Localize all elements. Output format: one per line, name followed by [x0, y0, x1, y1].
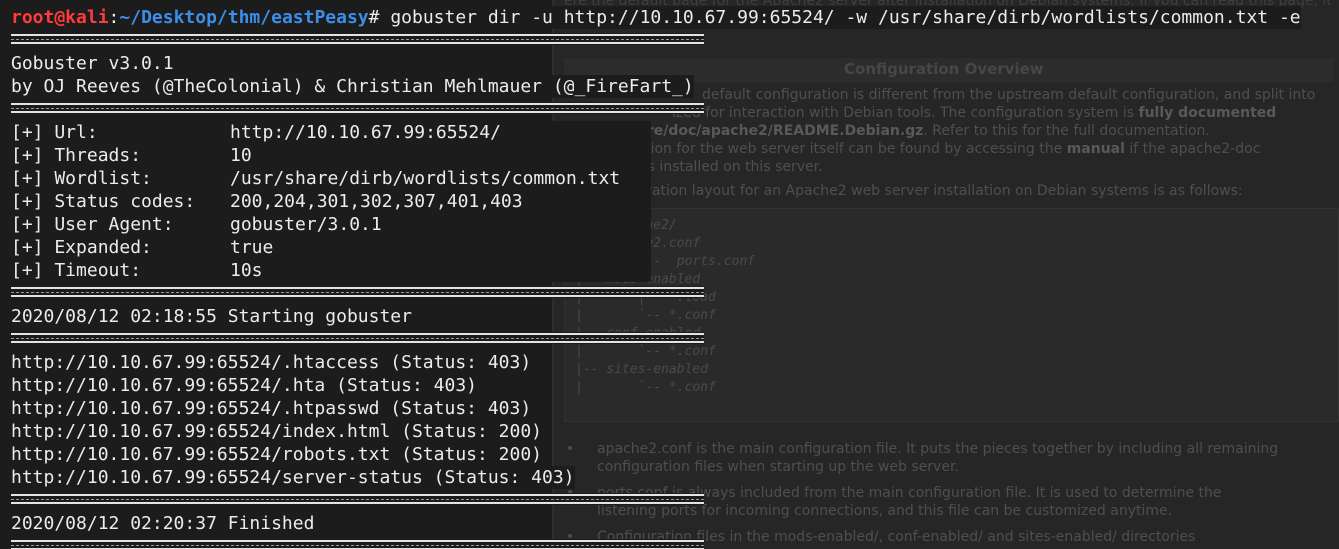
- banner-authors: by OJ Reeves (@TheColonial) & Christian …: [11, 75, 694, 98]
- config-row: [+] Url: http://10.10.67.99:65524/: [11, 121, 651, 144]
- config-value: /usr/share/dirb/wordlists/common.txt: [230, 168, 621, 189]
- banner-version: Gobuster v3.0.1: [11, 52, 174, 75]
- separator-line: [11, 34, 704, 44]
- separator-line: [11, 540, 704, 549]
- prompt-user-host: root@kali: [11, 7, 109, 28]
- command-prompt-line: root@kali:~/Desktop/thm/eastPeasy# gobus…: [11, 6, 1301, 29]
- config-key: [+] Timeout:: [11, 260, 142, 281]
- config-key: [+] Wordlist:: [11, 168, 152, 189]
- config-value: 200,204,301,302,307,401,403: [230, 191, 523, 212]
- config-key: [+] Threads:: [11, 145, 142, 166]
- separator-line: [11, 287, 704, 297]
- finish-timestamp: 2020/08/12 02:20:37 Finished: [11, 512, 315, 535]
- config-key: [+] Status codes:: [11, 191, 196, 212]
- config-key: [+] User Agent:: [11, 214, 174, 235]
- separator-line: [11, 103, 704, 113]
- config-key: [+] Url:: [11, 122, 98, 143]
- result-line: http://10.10.67.99:65524/robots.txt (Sta…: [11, 443, 543, 466]
- result-line: http://10.10.67.99:65524/.htpasswd (Stat…: [11, 397, 532, 420]
- terminal-output[interactable]: root@kali:~/Desktop/thm/eastPeasy# gobus…: [0, 0, 1339, 549]
- config-key: [+] Expanded:: [11, 237, 152, 258]
- separator-line: [11, 333, 704, 343]
- prompt-separator: :: [108, 7, 120, 28]
- result-line: http://10.10.67.99:65524/index.html (Sta…: [11, 420, 543, 443]
- result-line: http://10.10.67.99:65524/.hta (Status: 4…: [11, 374, 477, 397]
- config-value: true: [230, 237, 274, 258]
- desktop: ere the default page for the Apache2 ser…: [0, 0, 1339, 549]
- config-row: [+] Threads: 10: [11, 144, 651, 167]
- config-row: [+] Status codes: 200,204,301,302,307,401…: [11, 190, 651, 213]
- config-value: 10: [230, 145, 252, 166]
- config-value: http://10.10.67.99:65524/: [230, 122, 501, 143]
- prompt-symbol: #: [368, 7, 380, 28]
- result-line: http://10.10.67.99:65524/server-status (…: [11, 466, 575, 489]
- config-row: [+] Expanded: true: [11, 236, 651, 259]
- separator-line: [11, 494, 704, 504]
- config-value: 10s: [230, 260, 263, 281]
- config-row: [+] User Agent: gobuster/3.0.1: [11, 213, 651, 236]
- config-row: [+] Wordlist: /usr/share/dirb/wordlists/c…: [11, 167, 651, 190]
- config-row: [+] Timeout: 10s: [11, 259, 651, 282]
- command-text: gobuster dir -u http://10.10.67.99:65524…: [379, 7, 1301, 28]
- config-value: gobuster/3.0.1: [230, 214, 382, 235]
- prompt-path: ~/Desktop/thm/eastPeasy: [119, 7, 369, 28]
- result-line: http://10.10.67.99:65524/.htaccess (Stat…: [11, 351, 532, 374]
- start-timestamp: 2020/08/12 02:18:55 Starting gobuster: [11, 305, 412, 328]
